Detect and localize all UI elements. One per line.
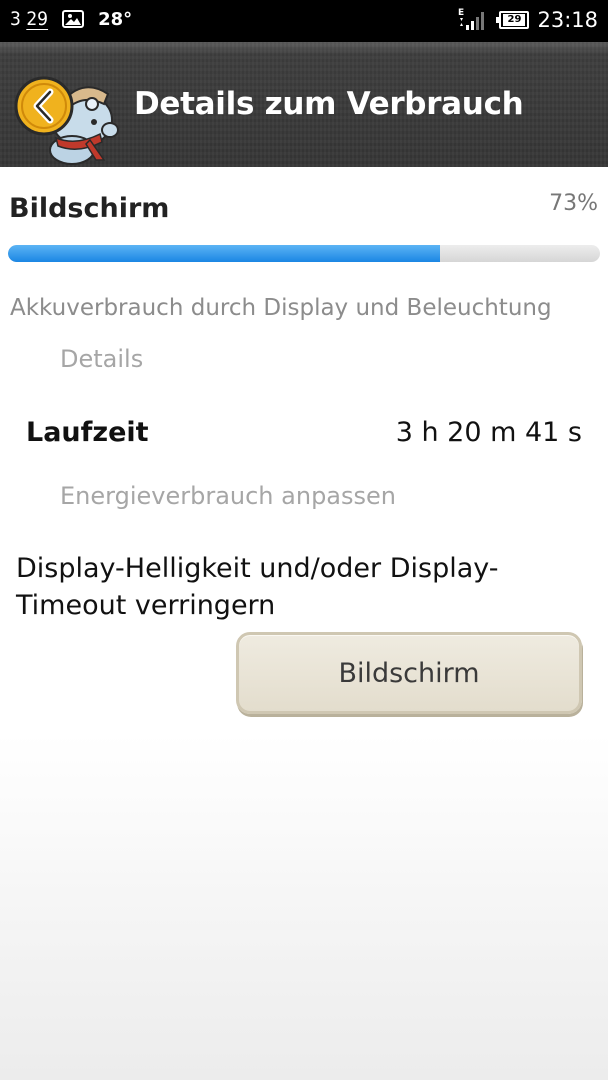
details-section-title: Details — [60, 345, 144, 373]
usage-progress-bar — [8, 245, 600, 262]
runtime-label: Laufzeit — [26, 417, 149, 448]
usage-percent: 73% — [549, 191, 598, 216]
usage-item-name: Bildschirm — [9, 193, 170, 224]
image-icon — [62, 10, 85, 28]
signal-icon: E — [457, 6, 487, 34]
temperature: 28° — [98, 8, 133, 30]
clock: 23:18 — [537, 8, 598, 32]
usage-progress-fill — [8, 245, 441, 262]
usage-details: Bildschirm 73% Akkuverbrauch durch Displ… — [0, 167, 608, 1080]
display-settings-button[interactable]: Bildschirm — [236, 632, 582, 714]
runtime-value: 3 h 20 m 41 s — [395, 417, 582, 448]
battery-level: 29 — [503, 14, 526, 26]
mascot-back-icon — [14, 76, 119, 165]
status-bar-left: 3 29 28° — [10, 8, 132, 30]
usage-description: Akkuverbrauch durch Display und Beleucht… — [10, 295, 552, 321]
status-bar-right: E 29 23:18 — [457, 6, 598, 34]
action-bar: Details zum Verbrauch — [0, 42, 608, 167]
page-title: Details zum Verbrauch — [134, 86, 524, 122]
battery-icon: 29 — [496, 11, 530, 29]
back-button[interactable] — [12, 70, 120, 166]
status-bar: 3 29 28° E 29 23:18 — [0, 0, 608, 42]
suggestion-text: Display-Helligkeit und/oder Display-Time… — [16, 553, 499, 621]
adjust-section-title: Energieverbrauch anpassen — [60, 482, 396, 510]
svg-text:E: E — [458, 8, 464, 18]
notification-count: 3 29 — [10, 8, 49, 30]
